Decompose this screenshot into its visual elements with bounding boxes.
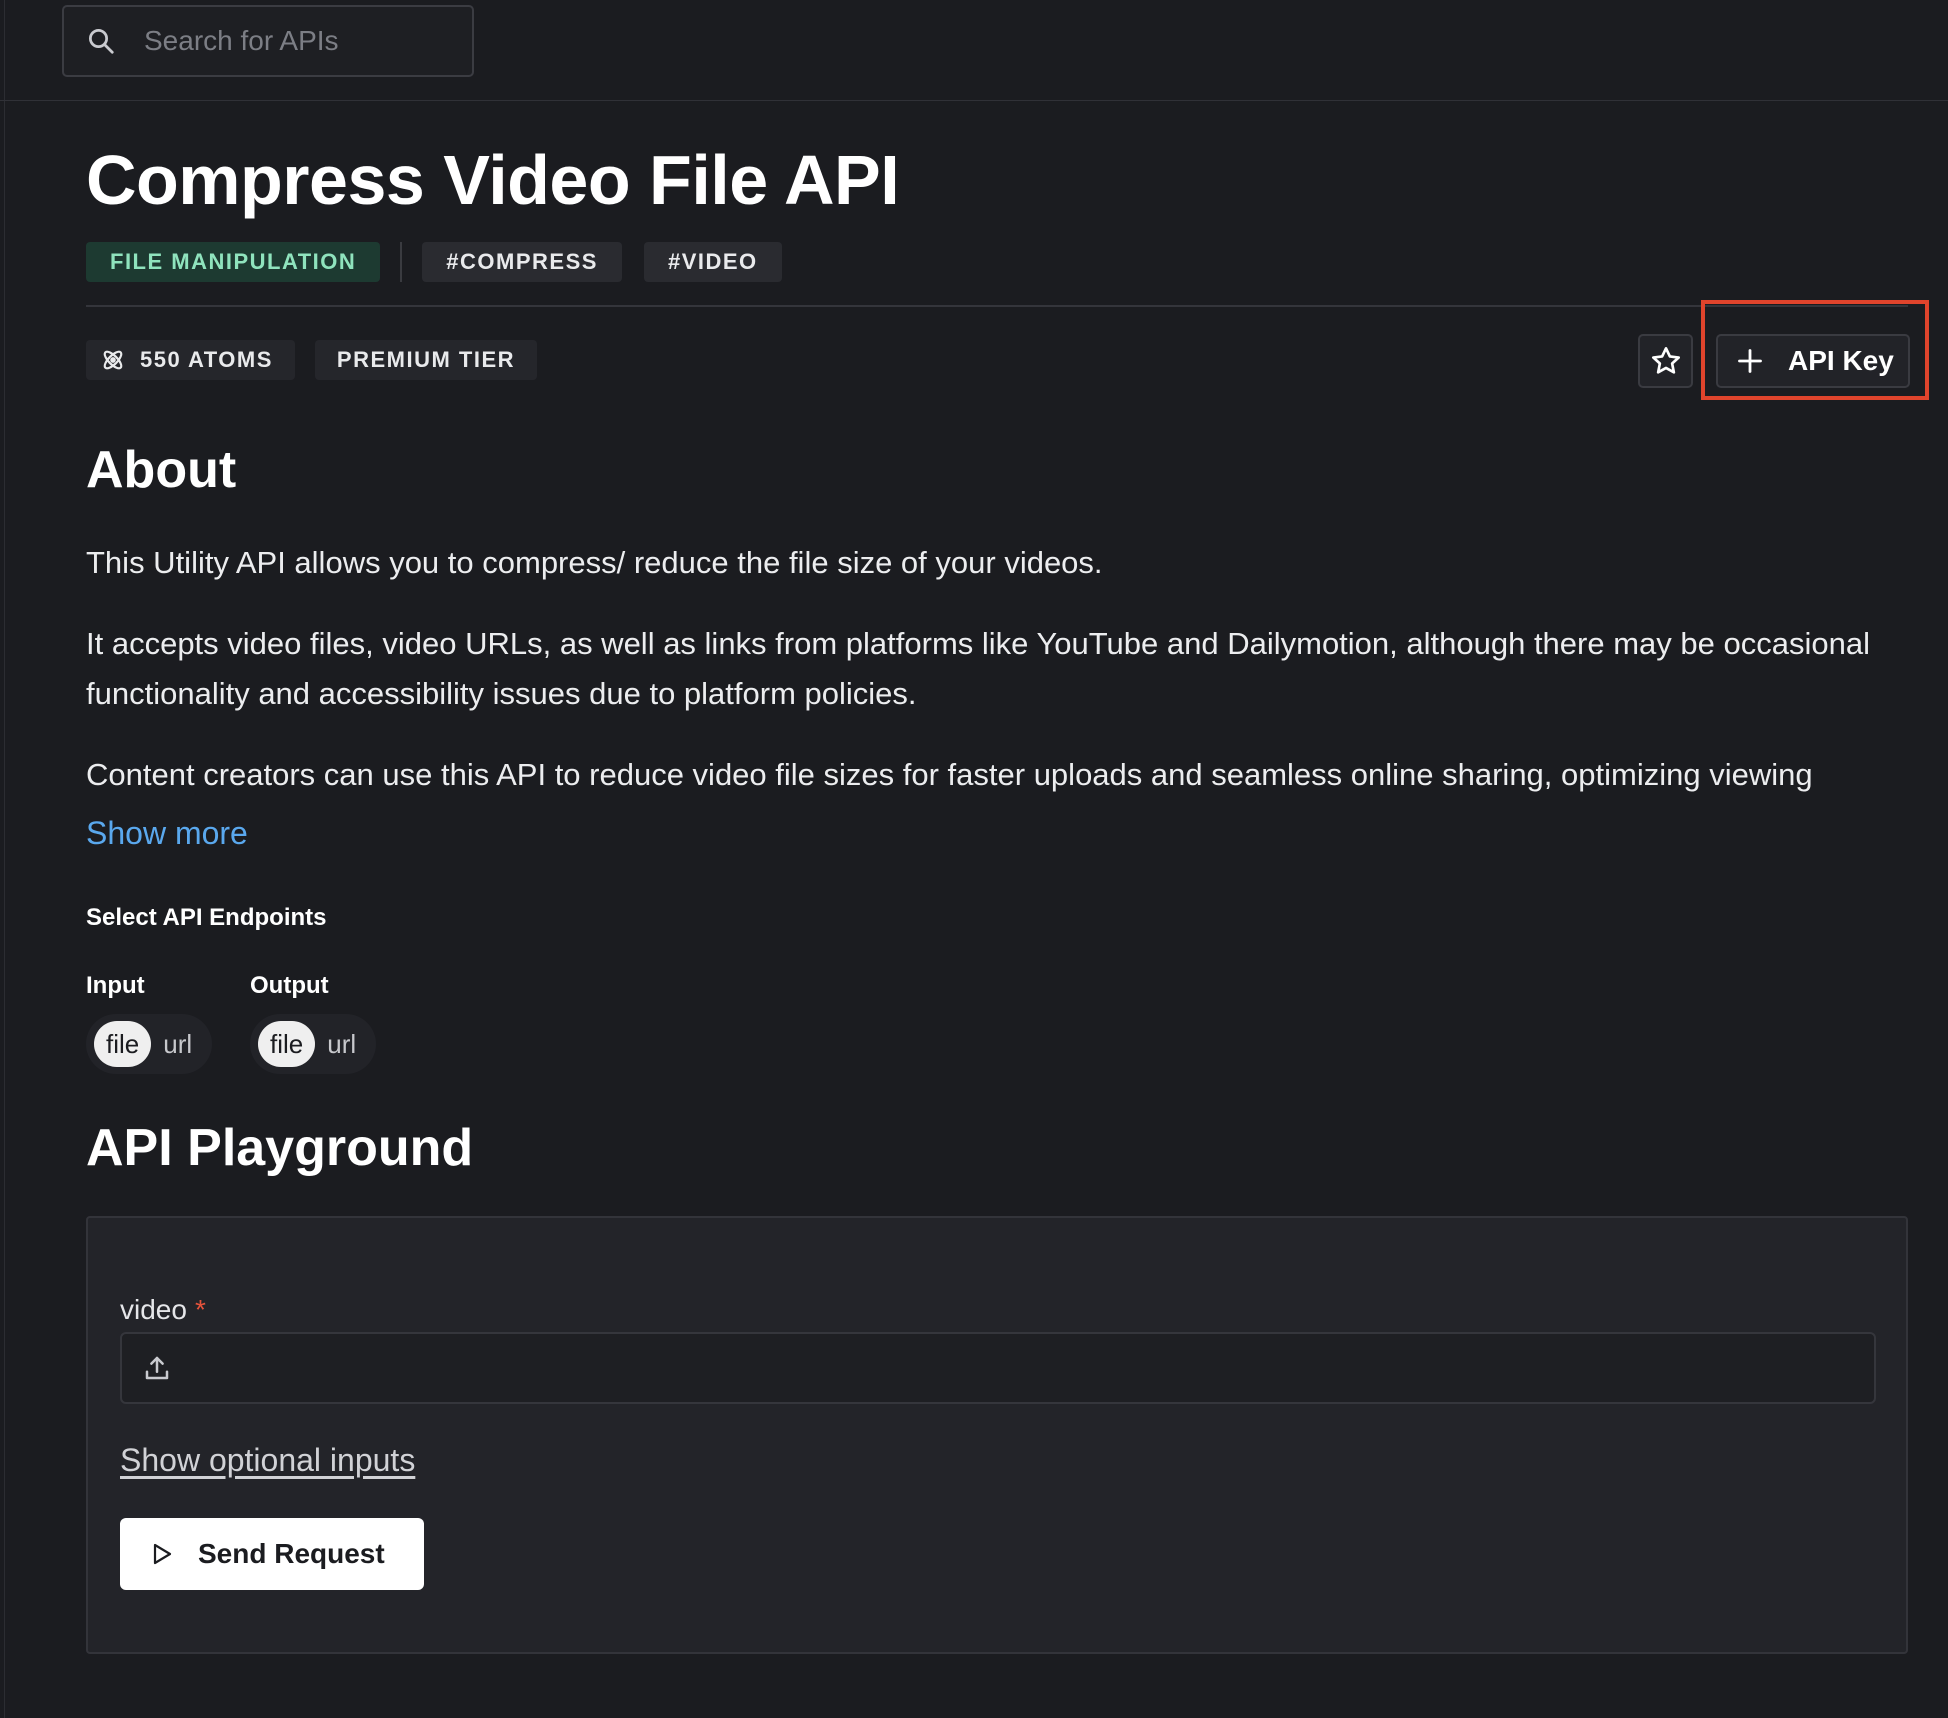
atoms-count: 550 ATOMS [140,347,273,372]
upload-icon [145,1356,169,1380]
playground-panel: video * Show optional inputs Send Request [86,1216,1908,1654]
input-label: Input [86,972,145,999]
about-paragraph-3: Content creators can use this API to red… [86,757,1813,792]
top-bar [0,0,1948,101]
send-request-button[interactable]: Send Request [120,1518,424,1590]
meta-row: 550 ATOMS PREMIUM TIER [86,340,557,380]
atom-icon [103,350,123,370]
highlight-box [1701,300,1929,400]
search-icon [89,29,114,54]
tag-divider [400,242,403,282]
star-icon [1651,347,1680,374]
input-toggle: file url [86,1014,213,1074]
required-mark: * [194,1294,206,1325]
output-label: Output [250,972,329,999]
input-option-file[interactable]: file [94,1021,152,1067]
about-heading: About [86,441,237,499]
input-endpoint-group: Input file url [86,972,213,1074]
video-field-label: video * [120,1294,206,1326]
output-endpoint-group: Output file url [250,972,377,1074]
divider [86,305,1908,307]
page-title: Compress Video File API [86,141,900,219]
output-toggle: file url [250,1014,377,1074]
tier-badge: PREMIUM TIER [314,340,538,380]
input-option-url[interactable]: url [151,1021,204,1067]
output-option-file[interactable]: file [258,1021,316,1067]
video-label-text: video [120,1294,187,1325]
search-box[interactable] [62,5,474,77]
category-tag[interactable]: FILE MANIPULATION [86,242,381,282]
show-optional-inputs-link[interactable]: Show optional inputs [120,1442,415,1479]
tag-row: FILE MANIPULATION #COMPRESS #VIDEO [86,242,804,282]
video-file-input[interactable] [120,1332,1876,1404]
about-paragraph-2: It accepts video files, video URLs, as w… [86,626,1870,711]
send-request-label: Send Request [198,1538,385,1569]
search-input[interactable] [142,24,442,58]
endpoints-heading: Select API Endpoints [86,904,327,931]
tag-video[interactable]: #VIDEO [643,242,782,282]
atoms-badge: 550 ATOMS [86,340,295,380]
about-paragraph-1: This Utility API allows you to compress/… [86,545,1103,580]
favorite-button[interactable] [1638,334,1693,388]
playground-heading: API Playground [86,1119,474,1177]
tag-compress[interactable]: #COMPRESS [422,242,622,282]
play-icon [153,1543,172,1565]
show-more-link[interactable]: Show more [86,815,248,852]
output-option-url[interactable]: url [315,1021,368,1067]
left-border [4,0,5,1718]
